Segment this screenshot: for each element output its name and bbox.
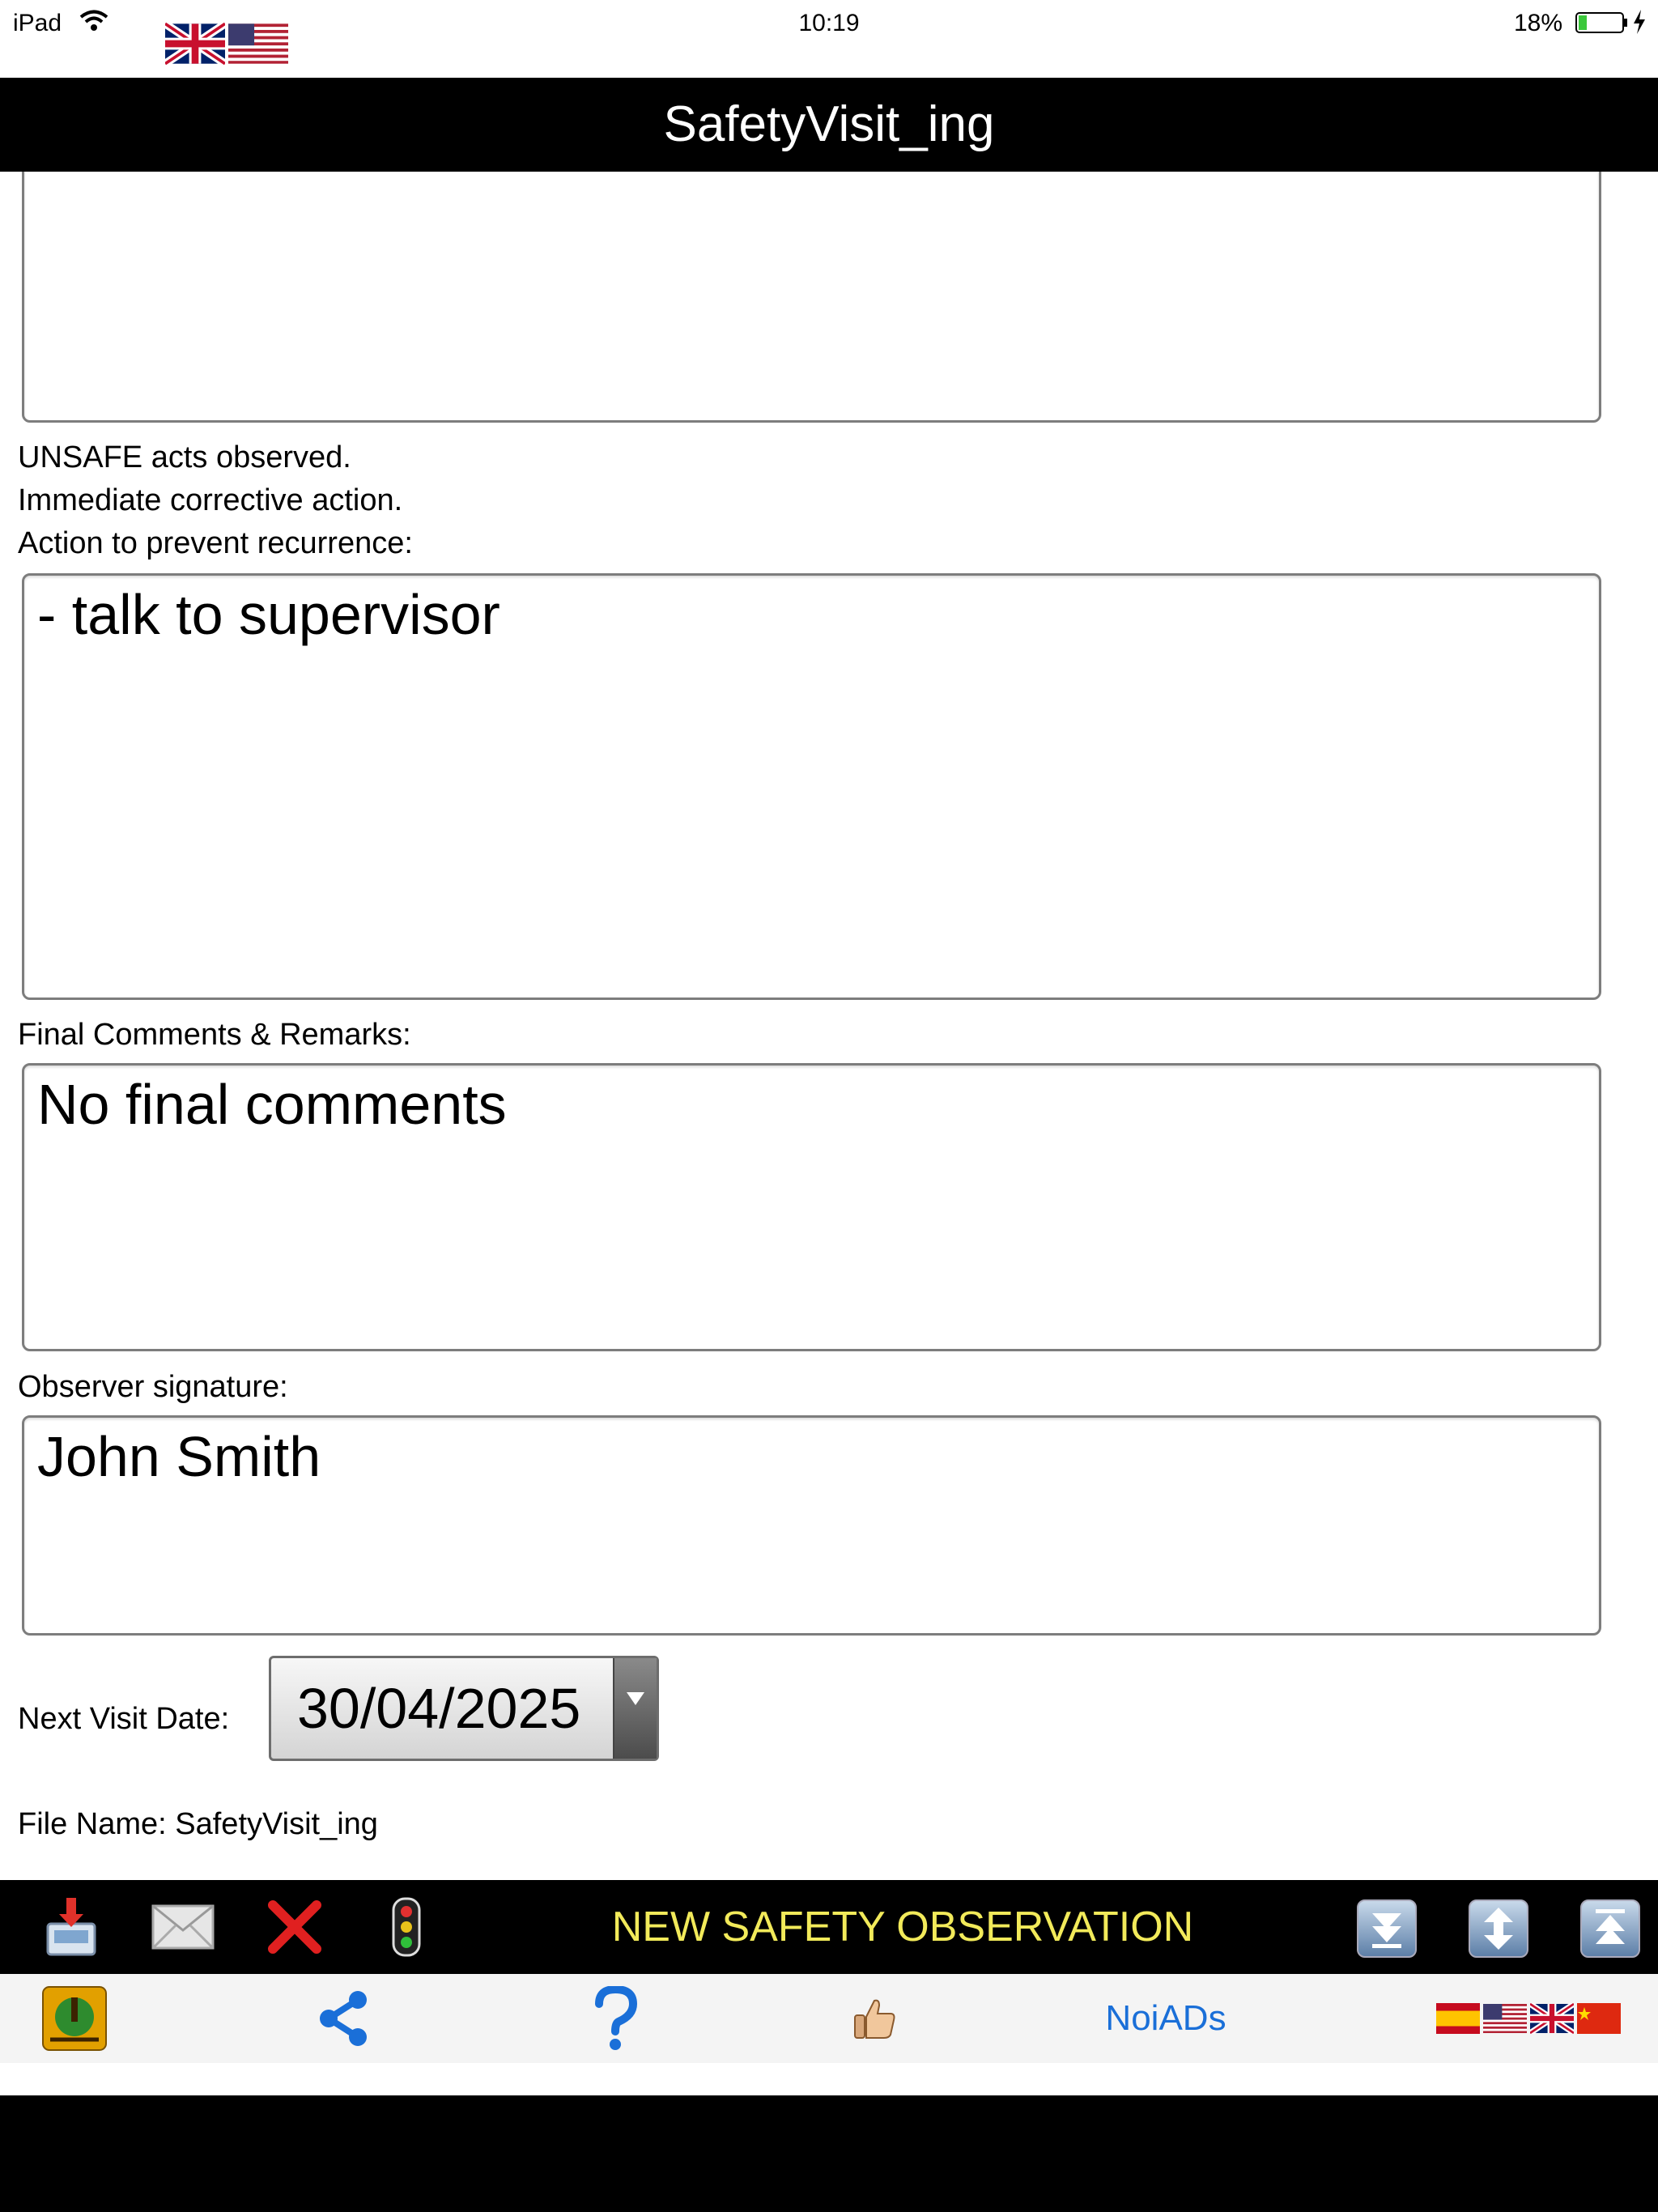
scroll-top-button[interactable] (1580, 1899, 1640, 1958)
prevent-recurrence-textarea[interactable]: - talk to supervisor (22, 573, 1601, 1000)
us-flag-icon (1483, 2004, 1527, 2033)
like-button[interactable] (842, 1986, 907, 2051)
share-button[interactable] (312, 1986, 376, 2051)
battery-icon (1575, 12, 1627, 33)
uk-flag-icon (1530, 2003, 1574, 2034)
unsafe-acts-label: UNSAFE acts observed. (18, 440, 351, 474)
signature-textarea[interactable]: John Smith (22, 1415, 1601, 1636)
help-icon (595, 1986, 638, 2050)
final-comments-textarea[interactable]: No final comments (22, 1063, 1601, 1351)
chevron-down-icon (627, 1692, 644, 1705)
next-visit-date-select[interactable]: 30/04/2025 (269, 1656, 659, 1761)
final-comments-label: Final Comments & Remarks: (18, 1018, 411, 1052)
bottom-toolbar: NEW SAFETY OBSERVATION (0, 1880, 1658, 1974)
spain-flag-icon (1436, 2003, 1480, 2034)
share-icon (320, 1991, 367, 2046)
immediate-action-label: Immediate corrective action. (18, 483, 403, 517)
battery-percent: 18% (1513, 10, 1562, 36)
delete-icon (268, 1900, 321, 1954)
charging-icon (1634, 10, 1645, 34)
status-bar: iPad 10:19 18% (0, 0, 1658, 78)
app-logo-button[interactable] (42, 1986, 107, 2051)
dropdown-arrow[interactable] (613, 1658, 657, 1759)
file-name: File Name: SafetyVisit_ing (18, 1807, 378, 1841)
scroll-middle-icon (1484, 1908, 1513, 1950)
tab-bar: NoiADs (0, 1974, 1658, 2063)
save-button[interactable] (39, 1895, 104, 1959)
prevent-recurrence-label: Action to prevent recurrence: (18, 526, 413, 560)
scroll-top-icon (1596, 1909, 1625, 1944)
next-visit-label: Next Visit Date: (18, 1702, 230, 1736)
china-flag-icon (1577, 2003, 1621, 2034)
mail-icon (151, 1904, 215, 1950)
next-visit-date-value: 30/04/2025 (297, 1677, 581, 1740)
form-content[interactable]: UNSAFE acts observed. Immediate correcti… (0, 172, 1658, 1880)
noiads-link[interactable]: NoiADs (1085, 1986, 1247, 2051)
scroll-middle-button[interactable] (1469, 1899, 1528, 1958)
scroll-bottom-icon (1372, 1913, 1401, 1948)
app-logo-icon (42, 1986, 107, 2051)
scroll-bottom-button[interactable] (1357, 1899, 1417, 1958)
delete-button[interactable] (262, 1895, 327, 1959)
signature-label: Observer signature: (18, 1370, 288, 1404)
spacer (0, 2063, 1658, 2095)
clock: 10:19 (798, 10, 860, 36)
bottom-bezel (0, 2095, 1658, 2212)
save-icon (46, 1898, 96, 1956)
status-button[interactable] (374, 1895, 439, 1959)
page-title: SafetyVisit_ing (0, 78, 1658, 172)
language-selector[interactable] (1431, 1986, 1626, 2051)
traffic-light-icon (392, 1897, 421, 1957)
email-button[interactable] (151, 1895, 215, 1959)
help-button[interactable] (583, 1986, 648, 2051)
new-safety-observation-button[interactable]: NEW SAFETY OBSERVATION (534, 1880, 1271, 1974)
thumbs-up-icon (854, 1999, 895, 2039)
unsafe-acts-textarea[interactable] (22, 172, 1601, 423)
